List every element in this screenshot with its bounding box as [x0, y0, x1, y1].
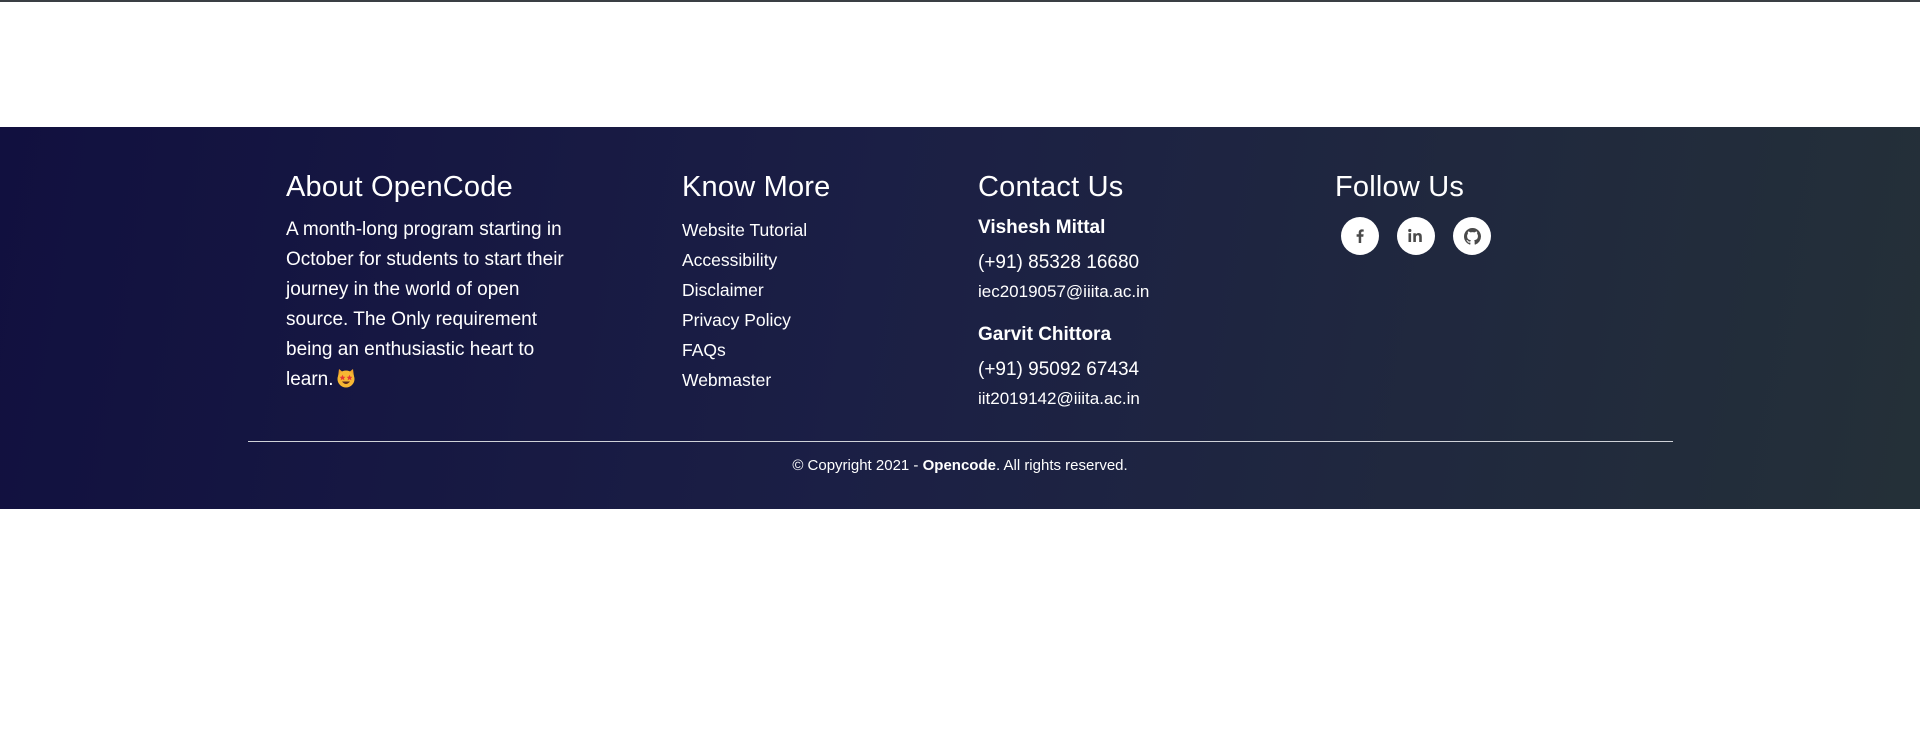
- footer-divider: [248, 441, 1673, 442]
- top-border-line: [0, 0, 1920, 2]
- site-footer: About OpenCode A month-long program star…: [0, 127, 1920, 509]
- know-more-section: Know More Website Tutorial Accessibility…: [682, 167, 912, 395]
- star-struck-cat-emoji-icon: [336, 368, 356, 388]
- contact-name: Garvit Chittora: [978, 324, 1112, 345]
- github-button[interactable]: [1453, 217, 1491, 255]
- about-title: About OpenCode: [286, 171, 513, 203]
- contact-email[interactable]: iit2019142@iiita.ac.in: [978, 387, 1238, 411]
- linkedin-icon: [1408, 228, 1422, 242]
- link-faqs[interactable]: FAQs: [682, 335, 912, 365]
- contact-person: Vishesh Mittal (+91) 85328 16680 iec2019…: [978, 215, 1238, 304]
- facebook-button[interactable]: [1341, 217, 1379, 255]
- contact-email[interactable]: iec2019057@iiita.ac.in: [978, 280, 1238, 304]
- contact-phone[interactable]: (+91) 85328 16680: [978, 250, 1238, 276]
- contact-section: Contact Us Vishesh Mittal (+91) 85328 16…: [978, 167, 1238, 411]
- facebook-icon: [1356, 229, 1364, 243]
- link-accessibility[interactable]: Accessibility: [682, 245, 912, 275]
- contact-title: Contact Us: [978, 171, 1124, 203]
- about-text: A month-long program starting in October…: [286, 219, 564, 390]
- about-description: A month-long program starting in October…: [286, 215, 576, 395]
- copyright-brand: Opencode: [922, 457, 996, 474]
- about-section: About OpenCode A month-long program star…: [286, 167, 586, 395]
- follow-title: Follow Us: [1335, 171, 1465, 203]
- linkedin-button[interactable]: [1397, 217, 1435, 255]
- contact-person: Garvit Chittora (+91) 95092 67434 iit201…: [978, 322, 1238, 411]
- link-website-tutorial[interactable]: Website Tutorial: [682, 215, 912, 245]
- know-more-title: Know More: [682, 171, 831, 203]
- copyright-prefix: © Copyright 2021 -: [792, 457, 923, 474]
- copyright-notice: © Copyright 2021 - Opencode. All rights …: [0, 456, 1920, 476]
- link-disclaimer[interactable]: Disclaimer: [682, 275, 912, 305]
- social-links: [1335, 217, 1595, 255]
- contact-name: Vishesh Mittal: [978, 217, 1106, 238]
- know-more-links: Website Tutorial Accessibility Disclaime…: [682, 215, 912, 395]
- github-icon: [1463, 227, 1481, 245]
- link-webmaster[interactable]: Webmaster: [682, 365, 912, 395]
- copyright-suffix: . All rights reserved.: [995, 457, 1128, 474]
- link-privacy-policy[interactable]: Privacy Policy: [682, 305, 912, 335]
- contact-phone[interactable]: (+91) 95092 67434: [978, 357, 1238, 383]
- follow-section: Follow Us: [1335, 167, 1595, 255]
